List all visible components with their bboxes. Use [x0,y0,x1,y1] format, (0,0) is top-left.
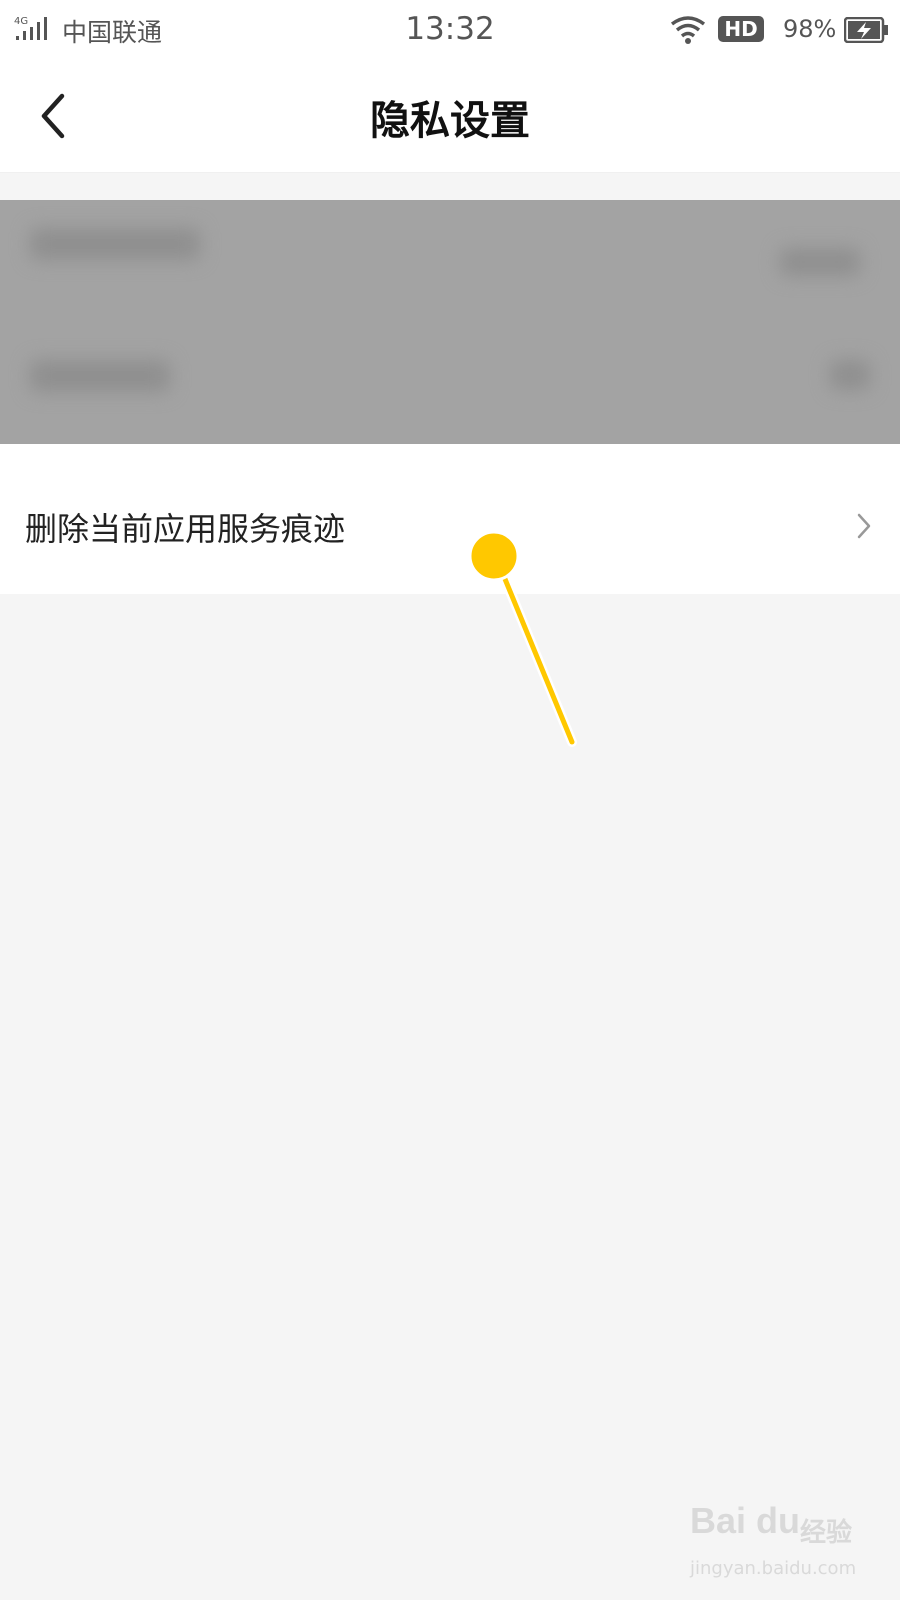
list-item-label: 删除当前应用服务痕迹 [25,510,346,548]
page-title: 隐私设置 [370,98,530,144]
battery-percent: 98% [783,15,837,43]
watermark-url: jingyan.baidu.com [690,1558,857,1579]
blurred-settings-section [0,200,900,444]
hd-badge: HD [718,16,764,42]
watermark-brand: Bai du [690,1500,801,1541]
blurred-item-value [830,360,870,390]
clock: 13:32 [405,11,495,47]
battery-charging-icon [844,17,888,43]
navigation-bar: 隐私设置 [0,60,900,173]
blurred-item-value [780,248,860,276]
blurred-item-label [30,228,200,260]
watermark: Bai du 经验 jingyan.baidu.com [690,1500,890,1590]
chevron-right-icon [857,513,871,539]
watermark-sub: 经验 [800,1518,853,1548]
blurred-item-label [30,360,170,392]
wifi-icon [670,16,706,44]
status-bar: 4G 中国联通 13:32 HD 98% [0,0,900,60]
